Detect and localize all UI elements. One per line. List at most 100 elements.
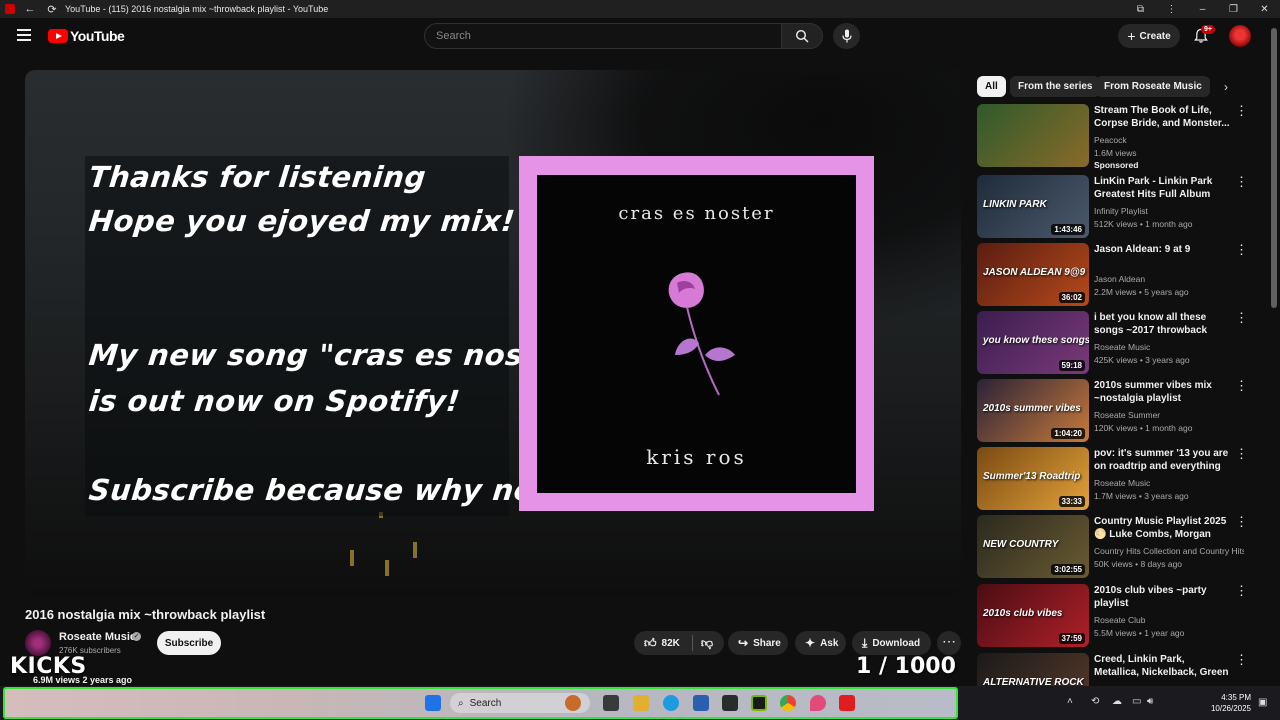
channel-name[interactable]: Roseate Music	[59, 631, 136, 643]
recommendation-title[interactable]: 2010s summer vibes mix ~nostalgia playli…	[1094, 379, 1230, 405]
recommendation-channel: Peacock	[1094, 135, 1127, 145]
chevron-right-icon[interactable]: ›	[1224, 80, 1228, 94]
chip-all[interactable]: All	[977, 76, 1006, 97]
verified-check-icon: ✓	[132, 632, 141, 641]
more-options-icon[interactable]: ⋮	[1235, 104, 1248, 117]
thumbs-down-icon[interactable]: 👎︎	[701, 636, 713, 651]
recommendation-item[interactable]: ALTERNATIVE ROCK Creed, Linkin Park, Meta…	[977, 653, 1257, 716]
minimize-button[interactable]: –	[1187, 4, 1218, 15]
sync-icon[interactable]: ⟲	[1091, 696, 1099, 707]
more-options-icon[interactable]: ⋮	[1235, 447, 1248, 460]
video-thumbnail[interactable]: Summer'13 Roadtrip 33:33	[977, 447, 1089, 510]
recommendation-title[interactable]: Jason Aldean: 9 at 9	[1094, 243, 1230, 256]
account-avatar[interactable]	[1229, 25, 1251, 47]
chrome-icon[interactable]	[780, 695, 796, 711]
nvidia-icon[interactable]	[751, 695, 767, 711]
album-cover-inner: cras es noster kris ros	[537, 175, 856, 493]
restore-button[interactable]: ❐	[1218, 4, 1249, 15]
video-title: 2016 nostalgia mix ~throwback playlist	[25, 607, 266, 622]
duration-badge: 59:18	[1058, 360, 1085, 371]
recommendation-item[interactable]: JASON ALDEAN 9@9 36:02 Jason Aldean: 9 at …	[977, 243, 1257, 307]
store-icon[interactable]	[693, 695, 709, 711]
more-options-icon[interactable]: ⋮	[1235, 584, 1248, 597]
more-options-icon[interactable]: ⋮	[1235, 243, 1248, 256]
ask-button[interactable]: ✦ Ask	[795, 631, 846, 655]
video-thumbnail[interactable]: 2010s summer vibes 1:04:20	[977, 379, 1089, 442]
recommendation-item[interactable]: 2010s summer vibes 1:04:20 2010s summer vi…	[977, 379, 1257, 443]
epic-games-icon[interactable]	[722, 695, 738, 711]
like-count[interactable]: 82K	[662, 638, 680, 649]
chip-from-the-series[interactable]: From the series	[1010, 76, 1101, 97]
notification-center-icon[interactable]: ▣	[1258, 697, 1267, 708]
thumbnail-caption: you know these songs	[983, 335, 1089, 346]
recommendation-item[interactable]: Summer'13 Roadtrip 33:33 pov: it's summer …	[977, 447, 1257, 511]
voice-search-button[interactable]	[833, 23, 860, 49]
recommendation-title[interactable]: pov: it's summer '13 you are on roadtrip…	[1094, 447, 1230, 474]
cloud-icon[interactable]: ☁	[1112, 696, 1122, 707]
recommendation-item[interactable]: LINKIN PARK 1:43:46 LinKin Park - Linkin P…	[977, 175, 1257, 239]
video-thumbnail[interactable]: 2010s club vibes 37:59	[977, 584, 1089, 647]
recommendation-title[interactable]: i bet you know all these songs ~2017 thr…	[1094, 311, 1230, 338]
menu-dots-icon[interactable]: ⋮	[1156, 4, 1187, 15]
video-thumbnail[interactable]: LINKIN PARK 1:43:46	[977, 175, 1089, 238]
duration-badge: 1:04:20	[1051, 428, 1085, 439]
download-icon: ⤓	[862, 635, 868, 650]
clock[interactable]: 4:35 PM 10/26/2025	[1200, 692, 1251, 714]
recommendation-title[interactable]: Creed, Linkin Park, Metallica, Nickelbac…	[1094, 653, 1230, 680]
close-button[interactable]: ✕	[1249, 4, 1280, 15]
search-input[interactable]	[425, 24, 781, 48]
task-view-icon[interactable]	[603, 695, 619, 711]
network-icon[interactable]: ▭	[1132, 696, 1141, 707]
recommendation-item[interactable]: 2010s club vibes 37:59 2010s club vibes ~p…	[977, 584, 1257, 648]
video-player[interactable]: Thanks for listening Hope you ejoyed my …	[25, 70, 961, 597]
chevron-up-icon[interactable]: ˄	[1067, 696, 1073, 707]
search-button[interactable]	[781, 23, 823, 49]
recommendation-title[interactable]: 2010s club vibes ~party playlist	[1094, 584, 1230, 610]
video-thumbnail[interactable]: NEW COUNTRY 3:02:55	[977, 515, 1089, 578]
recommendation-title[interactable]: LinKin Park - Linkin Park Greatest Hits …	[1094, 175, 1230, 202]
like-dislike-group: 👍︎ 82K 👎︎	[634, 631, 724, 655]
recommendation-meta: 425K views • 3 years ago	[1094, 355, 1190, 365]
recommendation-title[interactable]: Stream The Book of Life, Corpse Bride, a…	[1094, 104, 1230, 130]
extensions-icon[interactable]: ⧉	[1125, 4, 1156, 15]
reload-icon[interactable]: ⟳	[45, 3, 59, 16]
page-scrollbar[interactable]	[1271, 28, 1277, 308]
recommendation-meta: 2.2M views • 5 years ago	[1094, 287, 1189, 297]
recommendation-item[interactable]: Stream The Book of Life, Corpse Bride, a…	[977, 104, 1257, 170]
youtube-logo[interactable]: YouTube	[48, 28, 125, 44]
download-button[interactable]: ⤓ Download	[852, 631, 931, 655]
recommendation-title[interactable]: Country Music Playlist 2025 🌕 Luke Combs…	[1094, 515, 1230, 542]
edge-icon[interactable]	[663, 695, 679, 711]
video-thumbnail[interactable]	[977, 104, 1089, 167]
thumbnail-caption: Summer'13 Roadtrip	[983, 471, 1081, 482]
back-icon[interactable]: ←	[23, 3, 37, 15]
volume-icon[interactable]: 🔊︎	[1147, 696, 1153, 707]
file-explorer-icon[interactable]	[633, 695, 649, 711]
more-options-icon[interactable]: ⋮	[1235, 653, 1248, 666]
more-options-icon[interactable]: ⋮	[1235, 379, 1248, 392]
start-icon[interactable]	[425, 695, 441, 711]
share-button[interactable]: ↪ Share	[728, 631, 788, 655]
recommendation-channel: Country Hits Collection and Country Hits…	[1094, 546, 1244, 556]
menu-icon[interactable]	[17, 29, 31, 41]
chip-from-roseate-music[interactable]: From Roseate Music	[1096, 76, 1210, 97]
recommendation-channel: Roseate Summer	[1094, 410, 1161, 420]
thumbs-up-icon[interactable]: 👍︎	[644, 636, 657, 651]
duration-badge: 36:02	[1058, 292, 1085, 303]
channel-avatar[interactable]	[25, 630, 51, 656]
more-options-icon[interactable]: ⋮	[1235, 311, 1248, 324]
overlay-kicks-text: KICKS	[10, 654, 87, 679]
more-options-icon[interactable]: ⋮	[1235, 175, 1248, 188]
maps-pin-icon[interactable]	[810, 695, 826, 711]
create-button[interactable]: + Create	[1118, 24, 1180, 48]
album-cover: cras es noster kris ros	[519, 156, 874, 511]
more-actions-button[interactable]: ⋯	[937, 631, 961, 655]
more-options-icon[interactable]: ⋮	[1235, 515, 1248, 528]
recommendation-item[interactable]: you know these songs 59:18 i bet you know …	[977, 311, 1257, 375]
youtube-app-icon[interactable]	[839, 695, 855, 711]
widget-icon[interactable]	[565, 695, 581, 711]
recommendation-item[interactable]: NEW COUNTRY 3:02:55 Country Music Playlist…	[977, 515, 1257, 579]
video-thumbnail[interactable]: JASON ALDEAN 9@9 36:02	[977, 243, 1089, 306]
subscribe-button[interactable]: Subscribe	[157, 631, 221, 655]
video-thumbnail[interactable]: you know these songs 59:18	[977, 311, 1089, 374]
